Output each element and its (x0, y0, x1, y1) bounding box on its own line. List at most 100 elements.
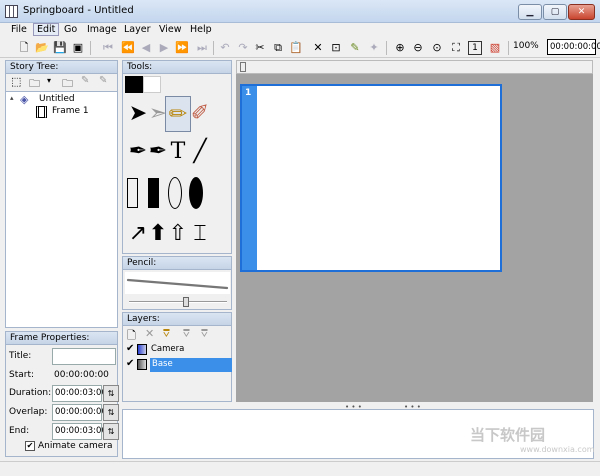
background-color-swatch[interactable] (143, 76, 161, 93)
pencil-panel (122, 270, 232, 310)
menu-edit[interactable]: Edit (33, 23, 60, 36)
animate-camera-checkbox[interactable]: ✔ (25, 441, 35, 451)
zoom-fit-icon[interactable]: ⊙ (430, 41, 444, 55)
layer-row-base[interactable]: ✔ Base (124, 358, 232, 372)
frame-properties: Title: Start: 00:00:00:00 Duration: 00:0… (5, 345, 119, 457)
zoom-in-icon[interactable]: ⊕ (393, 41, 407, 55)
frame-card[interactable]: 1 (240, 84, 502, 272)
slider-thumb[interactable] (183, 297, 189, 307)
story-tree-header: Story Tree: (5, 60, 118, 74)
new-icon[interactable]: 🗋 (17, 41, 31, 55)
start-label: Start: (9, 370, 35, 380)
window-title: Springboard - Untitled (23, 5, 134, 16)
layers-panel: 🗋 ✕ ⩢ ⩢ ⩢ ✔ Camera ✔ Base (122, 326, 232, 402)
menu-file[interactable]: File (8, 24, 30, 35)
layer-name: Camera (151, 344, 185, 354)
delete-icon[interactable]: ✕ (311, 41, 325, 55)
menu-help[interactable]: Help (187, 24, 215, 35)
add-frame-icon[interactable]: ⬚ (11, 75, 21, 88)
save-icon[interactable]: 💾 (53, 41, 67, 55)
layer-name: Base (152, 359, 173, 369)
save-all-icon[interactable]: ▣ (71, 41, 85, 55)
menu-image[interactable]: Image (84, 24, 120, 35)
overlap-spinner[interactable]: ⇅ (103, 404, 119, 421)
duration-input[interactable]: 00:00:03:00 (52, 385, 107, 402)
cut-icon[interactable]: ✂ (253, 41, 267, 55)
delete-layer-icon[interactable]: ✕ (145, 327, 154, 340)
tree-frame[interactable]: Frame 1 (51, 106, 90, 116)
visibility-check-icon[interactable]: ✔ (126, 358, 134, 369)
minimize-button[interactable]: ▁ (518, 4, 542, 20)
image-icon[interactable]: ▧ (488, 41, 502, 55)
rectangle-filled-icon[interactable] (148, 178, 159, 208)
close-button[interactable]: ✕ (568, 4, 595, 20)
title-label: Title: (9, 351, 32, 361)
layer-up-icon[interactable]: ⩢ (183, 327, 190, 341)
ellipse-outline-icon[interactable] (168, 177, 182, 209)
animate-camera-label: Animate camera (38, 441, 113, 451)
layer-thumbnail (137, 344, 147, 355)
layer-thumbnail (137, 359, 147, 370)
title-input[interactable] (52, 348, 116, 365)
first-frame-icon[interactable]: ⏮ (101, 41, 115, 55)
rectangle-outline-icon[interactable] (127, 178, 138, 208)
toolbar: 🗋 📂 💾 ▣ ⏮ ⏪ ◀ ▶ ⏩ ⏭ ↶ ↷ ✂ ⧉ 📋 ✕ ⊡ ✎ ✦ ⊕ … (0, 38, 600, 58)
duration-spinner[interactable]: ⇅ (103, 385, 119, 402)
last-frame-icon[interactable]: ⏭ (195, 41, 209, 55)
menu-layer[interactable]: Layer (121, 24, 154, 35)
tree-root[interactable]: Untitled (39, 94, 75, 104)
frame-strip (242, 86, 257, 270)
copy-icon[interactable]: ⧉ (271, 41, 285, 55)
merge-layer-icon[interactable]: ⩢ (163, 327, 170, 341)
chevron-down-icon[interactable]: ▾ (47, 76, 51, 85)
story-tree: ▴ ◈ Untitled Frame 1 (5, 92, 118, 328)
end-spinner[interactable]: ⇅ (103, 423, 119, 440)
pin-alt-icon[interactable]: ✎ (99, 75, 107, 86)
line-icon[interactable]: ╱ (187, 134, 213, 170)
overlap-input[interactable]: 00:00:00:00 (52, 404, 107, 421)
layer-down-icon[interactable]: ⩢ (201, 327, 208, 341)
foreground-color-swatch[interactable] (125, 76, 143, 93)
ellipse-filled-icon[interactable] (189, 177, 203, 209)
menu-go[interactable]: Go (61, 24, 80, 35)
eraser-icon[interactable]: ✐ (187, 96, 213, 132)
tools-panel: ➤ ➣ ✏ ✐ ✒ ✒ T ╱ ↗ ⬆ ⇧ ⌶ (122, 74, 232, 254)
fit-window-icon[interactable]: ⛶ (449, 41, 463, 55)
tree-expand-icon[interactable]: ▴ (10, 94, 14, 102)
zoom-out-icon[interactable]: ⊖ (411, 41, 425, 55)
pencil-header: Pencil: (122, 256, 232, 270)
duration-label: Duration: (9, 388, 52, 398)
timecode-field[interactable]: 00:00:00:00 (547, 39, 600, 55)
pin-icon[interactable]: ✎ (81, 75, 89, 86)
menu-view[interactable]: View (156, 24, 185, 35)
open-folder-icon[interactable]: 📂 (35, 41, 49, 55)
stroke-preview-svg (126, 278, 229, 290)
paste-icon[interactable]: 📋 (289, 41, 303, 55)
stroke-preview (125, 272, 230, 294)
camera-frame-icon[interactable]: ⌶ (187, 216, 213, 252)
rewind-icon[interactable]: ⏪ (121, 41, 135, 55)
start-value: 00:00:00:00 (54, 370, 109, 380)
story-icon: ◈ (20, 93, 29, 106)
watermark-url: www.downxia.com (520, 445, 595, 454)
maximize-button[interactable]: ▢ (543, 4, 567, 20)
menu-bar: File Edit Go Image Layer View Help (0, 23, 600, 38)
brush-icon[interactable]: ✦ (367, 41, 381, 55)
visibility-check-icon[interactable]: ✔ (126, 343, 134, 354)
redo-icon[interactable]: ↷ (236, 41, 250, 55)
layer-row-camera[interactable]: ✔ Camera (124, 343, 232, 357)
timeline-playhead[interactable] (240, 62, 246, 72)
insert-frame-icon[interactable]: ⊡ (329, 41, 343, 55)
prev-frame-icon[interactable]: ◀ (139, 41, 153, 55)
fast-forward-icon[interactable]: ⏩ (175, 41, 189, 55)
stroke-size-slider[interactable] (129, 301, 227, 303)
undo-icon[interactable]: ↶ (218, 41, 232, 55)
tools-header: Tools: (122, 60, 232, 74)
play-icon[interactable]: ▶ (157, 41, 171, 55)
timeline-ruler[interactable] (236, 60, 593, 74)
actual-size-icon[interactable]: 1 (468, 41, 482, 55)
pencil-tool-icon[interactable]: ✎ (348, 41, 362, 55)
watermark: 当下软件园 (470, 426, 546, 444)
zoom-level: 100% (513, 41, 539, 51)
end-input[interactable]: 00:00:03:00 (52, 423, 107, 440)
